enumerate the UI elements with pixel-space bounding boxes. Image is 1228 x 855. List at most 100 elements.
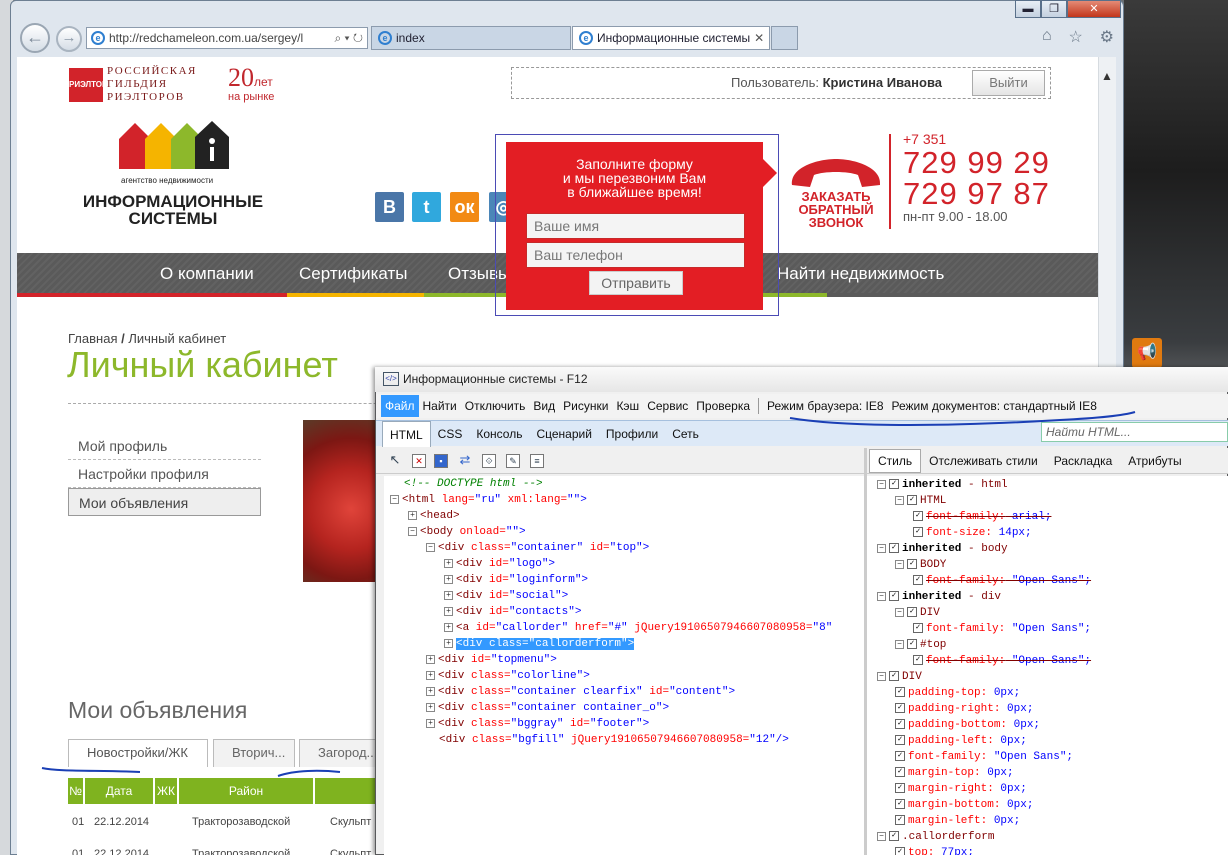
- menu-item-about[interactable]: О компании: [160, 264, 254, 284]
- dom-node[interactable]: − <div class="container" id="top">: [426, 540, 649, 556]
- tab-style[interactable]: Стиль: [869, 448, 922, 473]
- checkbox-icon[interactable]: ✓: [889, 479, 899, 490]
- style-rule[interactable]: − ✓ #top: [895, 637, 946, 653]
- style-rule[interactable]: − ✓ BODY: [895, 557, 946, 573]
- style-rule[interactable]: − ✓ inherited - div: [877, 589, 1001, 605]
- style-property[interactable]: ✓ top: 77px;: [895, 845, 974, 855]
- style-property[interactable]: ✓ font-family: "Open Sans";: [895, 749, 1073, 765]
- checkbox-icon[interactable]: ✓: [889, 543, 899, 554]
- dom-node[interactable]: + <div id="topmenu">: [426, 652, 557, 668]
- dom-node[interactable]: + <div class="container clearfix" id="con…: [426, 684, 735, 700]
- tab-html[interactable]: HTML: [382, 420, 431, 447]
- dom-node[interactable]: + <div id="social">: [444, 588, 568, 604]
- dom-node[interactable]: + <div id="logo">: [444, 556, 555, 572]
- close-tab-icon[interactable]: ✕: [754, 31, 764, 45]
- tab-script[interactable]: Сценарий: [529, 422, 598, 446]
- style-rule[interactable]: − ✓ .callorderform: [877, 829, 994, 845]
- menu-browser-mode[interactable]: Режим браузера: IE8: [763, 395, 887, 417]
- style-property[interactable]: ✓ margin-top: 0px;: [895, 765, 1014, 781]
- checkbox-icon[interactable]: ✓: [907, 639, 917, 650]
- table-row[interactable]: 01 22.12.2014 Тракторозаводской Скульпт: [68, 842, 398, 855]
- menu-validate[interactable]: Проверка: [692, 395, 754, 417]
- style-property[interactable]: ✓ font-size: 14px;: [913, 525, 1032, 541]
- tab-attributes[interactable]: Атрибуты: [1120, 454, 1189, 468]
- style-rule[interactable]: − ✓ HTML: [895, 493, 946, 509]
- checkbox-icon[interactable]: ✓: [895, 847, 905, 855]
- tab-trace-styles[interactable]: Отслеживать стили: [921, 454, 1046, 468]
- menu-view[interactable]: Вид: [529, 395, 559, 417]
- company-logo-houses[interactable]: [119, 119, 229, 173]
- style-property[interactable]: ✓ font-family: "Open Sans";: [913, 621, 1091, 637]
- tab-layout[interactable]: Раскладка: [1046, 454, 1121, 468]
- style-property[interactable]: ✓ font-family: arial;: [913, 509, 1051, 525]
- style-rule[interactable]: − ✓ inherited - html: [877, 477, 1008, 493]
- checkbox-icon[interactable]: ✓: [889, 671, 899, 682]
- style-property[interactable]: ✓ font-family: "Open Sans";: [913, 653, 1091, 669]
- home-icon[interactable]: ⌂: [1042, 27, 1052, 49]
- word-wrap-icon[interactable]: ⟐: [482, 454, 496, 468]
- style-property[interactable]: ✓ margin-right: 0px;: [895, 781, 1027, 797]
- style-rule[interactable]: − ✓ DIV: [895, 605, 940, 621]
- style-property[interactable]: ✓ padding-right: 0px;: [895, 701, 1033, 717]
- send-button[interactable]: Отправить: [589, 271, 683, 295]
- checkbox-icon[interactable]: ✓: [913, 655, 923, 666]
- odnoklassniki-icon[interactable]: ок: [450, 192, 479, 222]
- dom-node[interactable]: + <div class="colorline">: [426, 668, 590, 684]
- dom-node[interactable]: + <div id="loginform">: [444, 572, 588, 588]
- style-property[interactable]: ✓ margin-bottom: 0px;: [895, 797, 1033, 813]
- checkbox-icon[interactable]: ✓: [913, 623, 923, 634]
- dom-node[interactable]: + <div id="contacts">: [444, 604, 581, 620]
- dom-node[interactable]: + <div class="bggray" id="footer">: [426, 716, 649, 732]
- tab-new-buildings[interactable]: Новостройки/ЖК: [68, 739, 208, 767]
- maximize-button[interactable]: ❐: [1041, 0, 1067, 18]
- menu-find[interactable]: Найти: [419, 395, 461, 417]
- clear-icon[interactable]: ✕: [412, 454, 426, 468]
- menu-document-mode[interactable]: Режим документов: стандартный IE8: [888, 395, 1101, 417]
- logout-button[interactable]: Выйти: [972, 70, 1045, 96]
- tab-console[interactable]: Консоль: [469, 422, 529, 446]
- tab-network[interactable]: Сеть: [665, 422, 706, 446]
- checkbox-icon[interactable]: ✓: [895, 735, 905, 746]
- checkbox-icon[interactable]: ✓: [895, 783, 905, 794]
- menu-tools[interactable]: Сервис: [643, 395, 692, 417]
- checkbox-icon[interactable]: ✓: [895, 719, 905, 730]
- scroll-up-icon[interactable]: ▲: [1101, 69, 1113, 83]
- tab-suburban[interactable]: Загород...: [299, 739, 379, 767]
- forward-button[interactable]: →: [56, 26, 82, 52]
- name-input[interactable]: Ваше имя: [526, 213, 745, 239]
- select-element-icon[interactable]: ↖: [388, 453, 402, 468]
- style-property[interactable]: ✓ margin-left: 0px;: [895, 813, 1020, 829]
- menu-file[interactable]: Файл: [381, 395, 419, 417]
- checkbox-icon[interactable]: ✓: [907, 559, 917, 570]
- checkbox-icon[interactable]: ✓: [913, 575, 923, 586]
- menu-item-certificates[interactable]: Сертификаты: [299, 264, 407, 284]
- address-bar[interactable]: e http://redchameleon.com.ua/sergey/l ⌕ …: [86, 27, 368, 49]
- menu-cache[interactable]: Кэш: [612, 395, 643, 417]
- sidebar-item-profile[interactable]: Мой профиль: [68, 432, 261, 460]
- find-html-input[interactable]: Найти HTML...: [1041, 422, 1228, 442]
- browser-tab-index[interactable]: e index: [371, 26, 571, 50]
- new-tab-button[interactable]: [771, 26, 798, 50]
- dom-node-head[interactable]: + <head>: [408, 508, 460, 524]
- menu-images[interactable]: Рисунки: [559, 395, 612, 417]
- back-button[interactable]: ←: [20, 23, 50, 53]
- megaphone-icon[interactable]: 📢: [1132, 338, 1162, 368]
- phone-input[interactable]: Ваш телефон: [526, 242, 745, 268]
- style-property[interactable]: ✓ padding-left: 0px;: [895, 733, 1027, 749]
- dom-node[interactable]: <div class="bgfill" jQuery19106507946607…: [439, 732, 789, 748]
- dom-node-body[interactable]: − <body onload="">: [408, 524, 526, 540]
- dom-node-html[interactable]: − <html lang="ru" xml:lang="">: [390, 492, 587, 508]
- table-row[interactable]: 01 22.12.2014 Тракторозаводской Скульпт: [68, 810, 398, 834]
- checkbox-icon[interactable]: ✓: [907, 495, 917, 506]
- callback-link[interactable]: ЗАКАЗАТЬ ОБРАТНЫЙ ЗВОНОК: [787, 190, 885, 229]
- search-icon[interactable]: ⌕ ▾ ↻: [334, 31, 367, 46]
- style-rule[interactable]: − ✓ inherited - body: [877, 541, 1008, 557]
- sidebar-item-settings[interactable]: Настройки профиля: [68, 460, 261, 488]
- tab-profiler[interactable]: Профили: [599, 422, 665, 446]
- checkbox-icon[interactable]: ✓: [895, 751, 905, 762]
- gear-icon[interactable]: ⚙: [1100, 27, 1114, 49]
- checkbox-icon[interactable]: ✓: [907, 607, 917, 618]
- twitter-icon[interactable]: t: [412, 192, 441, 222]
- close-window-button[interactable]: ✕: [1067, 0, 1121, 18]
- checkbox-icon[interactable]: ✓: [895, 687, 905, 698]
